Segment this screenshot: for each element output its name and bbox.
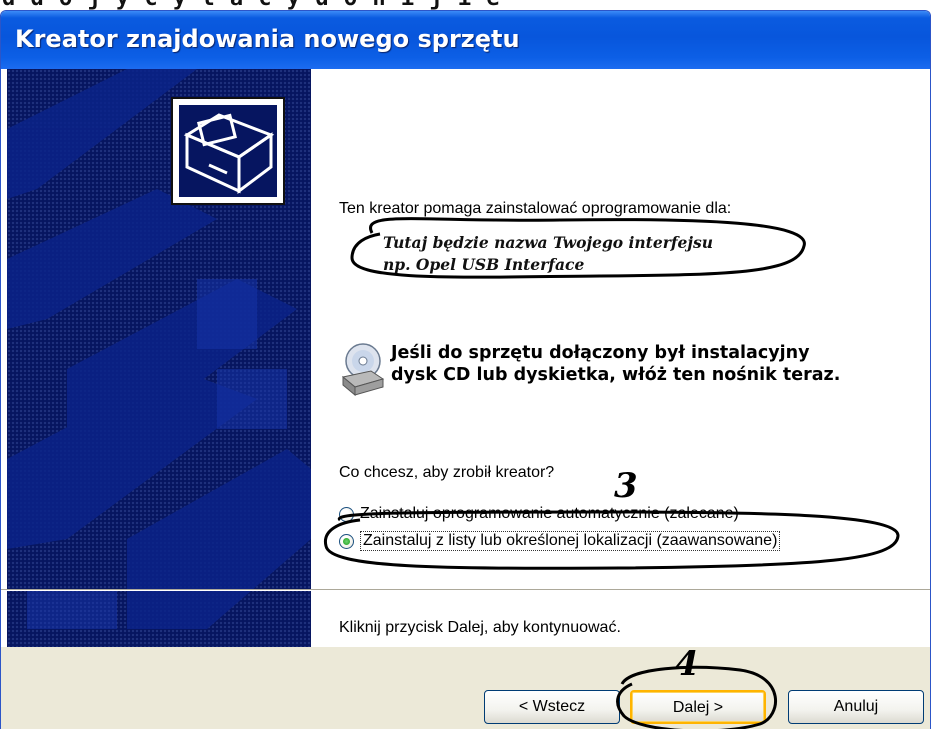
step-4-annotation: 4 — [675, 644, 699, 684]
wizard-window: Kreator znajdowania nowego sprzętu Ten k… — [0, 10, 931, 729]
radio-button-from-list[interactable] — [339, 533, 354, 549]
step-3-annotation: 3 — [614, 466, 638, 506]
footer-divider — [1, 589, 930, 591]
cd-hint-line-1: Jeśli do sprzętu dołączony był instalacy… — [391, 343, 810, 363]
radio-label-automatic[interactable]: Zainstaluj oprogramowanie automatycznie … — [360, 505, 739, 523]
cropped-top-text-content: d d o j y c y l a c y d o n i j i e — [2, 0, 501, 10]
wizard-main-panel: Ten kreator pomaga zainstalować oprogram… — [311, 69, 930, 647]
window-title: Kreator znajdowania nowego sprzętu — [15, 25, 520, 53]
radio-button-automatic[interactable] — [339, 506, 354, 522]
back-button[interactable]: < Wstecz — [484, 690, 620, 724]
radio-install-automatic[interactable]: Zainstaluj oprogramowanie automatycznie … — [339, 505, 739, 523]
cd-hint-line-2: dysk CD lub dyskietka, włóż ten nośnik t… — [391, 365, 841, 385]
radio-install-from-list[interactable]: Zainstaluj z listy lub określonej lokali… — [339, 531, 781, 551]
radio-label-from-list[interactable]: Zainstaluj z listy lub określonej lokali… — [360, 531, 781, 551]
title-bar[interactable]: Kreator znajdowania nowego sprzętu — [1, 11, 930, 69]
hardware-wizard-icon — [171, 97, 285, 205]
wizard-content: Ten kreator pomaga zainstalować oprogram… — [1, 69, 930, 647]
wizard-side-banner — [7, 69, 311, 647]
cd-hint: Jeśli do sprzętu dołączony był instalacy… — [391, 342, 840, 386]
screenshot: d d o j y c y l a c y d o n i j i e Krea… — [0, 0, 931, 729]
device-name-line-1: Tutaj będzie nazwa Twojego interfejsu — [383, 233, 714, 252]
question-text: Co chcesz, aby zrobił kreator? — [339, 464, 555, 481]
device-name-line-2: np. Opel USB Interface — [383, 255, 585, 274]
cancel-button[interactable]: Anuluj — [788, 690, 924, 724]
continue-hint: Kliknij przycisk Dalej, aby kontynuować. — [339, 619, 621, 636]
cd-drive-icon — [341, 341, 385, 397]
cropped-top-text: d d o j y c y l a c y d o n i j i e — [0, 0, 931, 10]
next-button[interactable]: Dalej > — [630, 690, 766, 724]
intro-text: Ten kreator pomaga zainstalować oprogram… — [339, 200, 732, 217]
